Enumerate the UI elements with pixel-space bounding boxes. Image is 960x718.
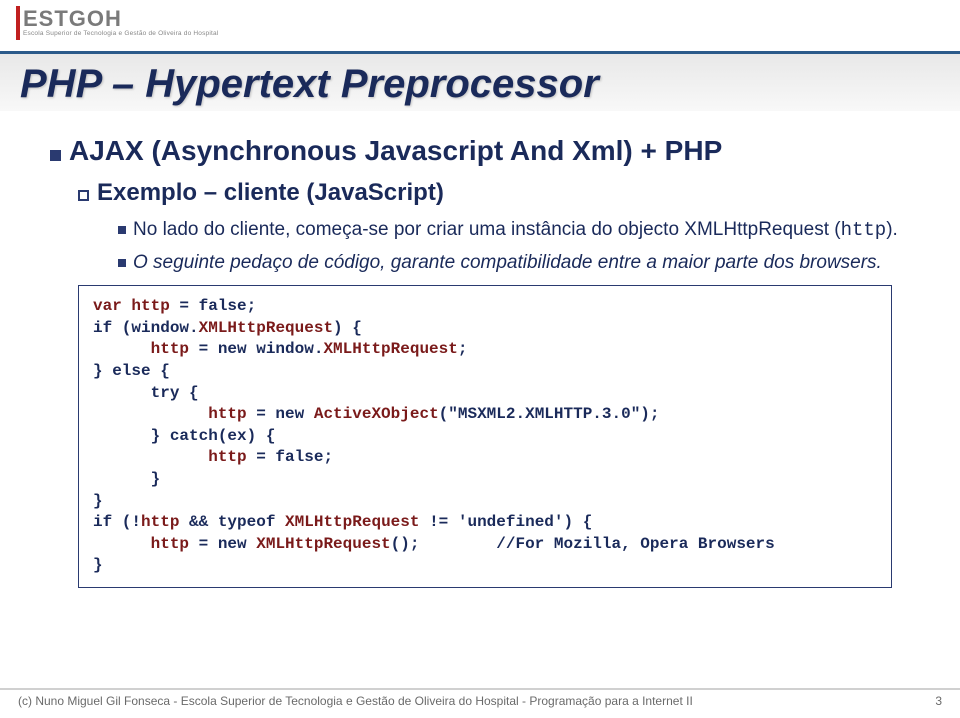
bullet-level-1: AJAX (Asynchronous Javascript And Xml) +… [50,135,920,167]
logo: ESTGOH Escola Superior de Tecnologia e G… [16,6,218,40]
title-bar: PHP – Hypertext Preprocessor [0,54,960,111]
small-square-bullet-icon [118,226,126,234]
slide-footer: (c) Nuno Miguel Gil Fonseca - Escola Sup… [0,688,960,708]
l1-text: AJAX (Asynchronous Javascript And Xml) +… [69,135,722,166]
logo-subtitle: Escola Superior de Tecnologia e Gestão d… [23,30,218,37]
bullet-level-3: No lado do cliente, começa-se por criar … [118,217,920,244]
bullet-level-2: Exemplo – cliente (JavaScript) [78,179,920,207]
l2-text: Exemplo – cliente (JavaScript) [97,179,444,206]
page-title: PHP – Hypertext Preprocessor [20,62,940,107]
logo-text: ESTGOH [23,6,122,32]
logo-accent-bar [16,6,20,40]
slide-content: AJAX (Asynchronous Javascript And Xml) +… [0,111,960,588]
l3b-text: O seguinte pedaço de código, garante com… [133,252,882,273]
small-square-bullet-icon [118,259,126,267]
l3a-pre: No lado do cliente, começa-se por criar … [133,219,841,240]
code-block: var http = false; if (window.XMLHttpRequ… [78,285,892,588]
square-bullet-icon [50,150,61,161]
footer-text: (c) Nuno Miguel Gil Fonseca - Escola Sup… [18,694,693,708]
square-outline-bullet-icon [78,190,89,201]
slide-header: ESTGOH Escola Superior de Tecnologia e G… [0,0,960,54]
l3a-mono: http [841,219,887,241]
l3a-post: ). [886,219,898,240]
bullet-level-3: O seguinte pedaço de código, garante com… [118,250,920,276]
page-number: 3 [935,694,942,708]
